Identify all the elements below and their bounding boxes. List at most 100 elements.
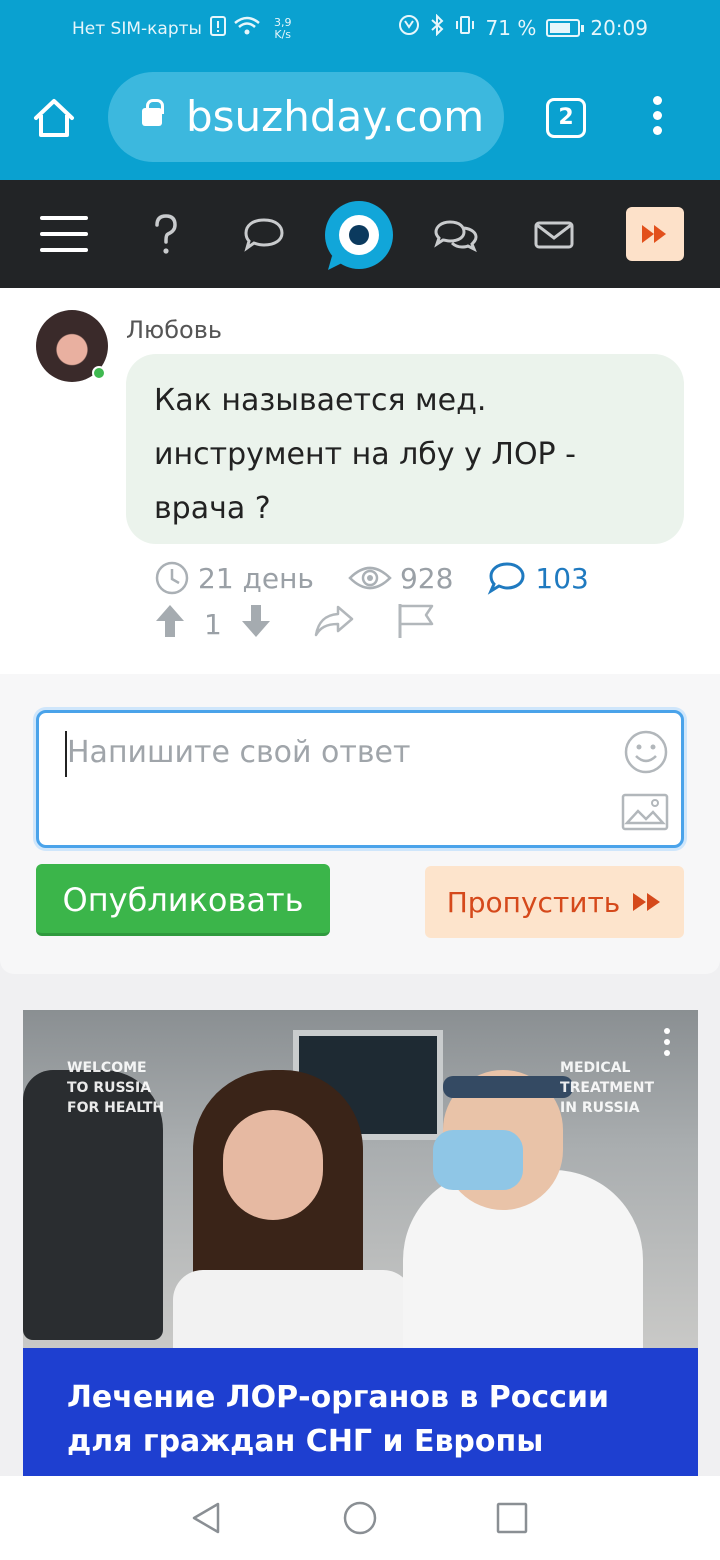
question-mark-icon — [155, 214, 177, 254]
battery-percent: 71 % — [485, 15, 537, 40]
comments-link[interactable]: 103 — [487, 560, 589, 596]
dot-icon — [664, 1028, 670, 1034]
answer-placeholder: Напишите свой ответ — [67, 735, 411, 770]
browser-toolbar: bsuzhday.com 2 — [0, 56, 720, 180]
home-circle-icon — [343, 1501, 377, 1535]
back-button[interactable] — [188, 1500, 224, 1536]
ad-options-button[interactable] — [662, 1028, 672, 1062]
comment-icon — [488, 562, 525, 595]
avatar[interactable] — [36, 310, 108, 382]
dot-icon — [652, 111, 662, 120]
tabs-button[interactable]: 2 — [546, 98, 586, 138]
dot-icon — [664, 1050, 670, 1056]
ad-photo-patient-face — [223, 1110, 323, 1220]
question-text: Как называется мед. инструмент на лбу у … — [126, 354, 684, 544]
browser-menu-button[interactable] — [648, 96, 666, 140]
home-button[interactable] — [30, 94, 78, 142]
online-status-dot — [92, 366, 106, 380]
recents-button[interactable] — [494, 1500, 530, 1536]
questions-button[interactable] — [142, 210, 190, 258]
ad-photo-headband — [443, 1076, 573, 1098]
ad-label-left: WELCOME TO RUSSIA FOR HEALTH — [67, 1058, 164, 1118]
home-nav-button[interactable] — [342, 1500, 378, 1536]
view-count: 928 — [399, 561, 454, 595]
discussions-button[interactable] — [432, 210, 480, 258]
status-left: Нет SIM-карты 3,9 K/s — [72, 16, 291, 41]
messages-button[interactable] — [530, 210, 578, 258]
back-triangle-icon — [192, 1502, 220, 1534]
lock-icon — [142, 99, 164, 126]
fast-forward-icon — [633, 893, 661, 911]
sim-alert-icon — [209, 16, 226, 41]
clock: 20:09 — [590, 15, 648, 40]
comment-count: 103 — [535, 561, 589, 595]
url-text: bsuzhday.com — [186, 92, 485, 141]
status-right: 71 % 20:09 — [398, 13, 648, 41]
home-icon — [34, 99, 74, 137]
question-actions: 1 — [154, 602, 436, 647]
system-navigation-bar — [0, 1476, 720, 1560]
dot-icon — [664, 1039, 670, 1045]
upvote-button[interactable] — [154, 603, 186, 646]
battery-icon — [546, 18, 585, 37]
dot-icon — [652, 96, 662, 105]
ad-label-left-line: WELCOME — [67, 1060, 147, 1076]
ad-photo-patient-body — [173, 1270, 413, 1360]
envelope-icon — [534, 221, 574, 249]
clock-icon — [155, 561, 189, 595]
hamburger-menu-button[interactable] — [40, 210, 88, 258]
arrow-down-icon — [241, 604, 270, 637]
flag-icon — [398, 603, 434, 638]
smiley-icon — [624, 730, 668, 774]
author-name[interactable]: Любовь — [126, 316, 222, 344]
ad-label-left-line: TO RUSSIA — [67, 1080, 152, 1096]
ad-label-right-line: IN RUSSIA — [560, 1100, 640, 1116]
question-card: Любовь Как называется мед. инструмент на… — [0, 288, 720, 674]
age-stat: 21 день — [154, 560, 314, 596]
fast-forward-icon — [642, 225, 666, 243]
share-button[interactable] — [312, 603, 356, 646]
arrow-up-icon — [156, 604, 184, 637]
vibrate-icon — [454, 14, 476, 41]
image-icon — [621, 793, 669, 831]
dot-icon — [652, 126, 662, 135]
views-stat: 928 — [348, 562, 453, 595]
chats-icon — [434, 220, 478, 253]
emoji-button[interactable] — [623, 729, 669, 775]
site-nav — [0, 180, 720, 288]
recents-square-icon — [496, 1502, 528, 1534]
status-bar: Нет SIM-карты 3,9 K/s 71 % 20:09 — [0, 0, 720, 56]
address-bar[interactable]: bsuzhday.com — [108, 72, 504, 162]
ad-label-right-line: MEDICAL — [560, 1060, 631, 1076]
ad-label-right-line: TREATMENT — [560, 1080, 654, 1096]
bluetooth-icon — [430, 13, 444, 41]
ad-label-left-line: FOR HEALTH — [67, 1100, 165, 1116]
hamburger-icon — [40, 216, 88, 252]
advertisement[interactable]: WELCOME TO RUSSIA FOR HEALTH MEDICAL TRE… — [23, 1010, 698, 1480]
eye-icon — [348, 566, 392, 590]
skip-question-button[interactable] — [626, 207, 684, 261]
speech-bubble-icon — [244, 218, 284, 252]
answer-input[interactable]: Напишите свой ответ — [36, 710, 684, 848]
ad-label-right: MEDICAL TREATMENT IN RUSSIA — [560, 1058, 654, 1118]
vote-count: 1 — [204, 607, 222, 641]
report-button[interactable] — [396, 602, 436, 647]
ad-headline-line: Лечение ЛОР-органов в России — [67, 1380, 610, 1415]
volte-icon — [398, 14, 420, 41]
skip-label: Пропустить — [446, 885, 621, 919]
ad-headline: Лечение ЛОР-органов в России для граждан… — [23, 1348, 698, 1480]
site-logo[interactable] — [322, 198, 396, 272]
publish-button[interactable]: Опубликовать — [36, 864, 330, 936]
skip-button[interactable]: Пропустить — [425, 866, 684, 938]
downvote-button[interactable] — [240, 603, 272, 646]
logo-icon — [325, 201, 393, 270]
wifi-icon — [234, 16, 260, 41]
speed-unit: K/s — [274, 27, 292, 41]
question-stats: 21 день 928 103 — [154, 558, 623, 598]
chat-button[interactable] — [240, 210, 288, 258]
attach-image-button[interactable] — [621, 793, 669, 831]
question-age: 21 день — [198, 561, 314, 595]
ad-photo-mask — [433, 1130, 523, 1190]
answer-form: Напишите свой ответ Опубликовать Пропуст… — [0, 674, 720, 974]
ad-headline-line: для граждан СНГ и Европы — [67, 1424, 544, 1459]
